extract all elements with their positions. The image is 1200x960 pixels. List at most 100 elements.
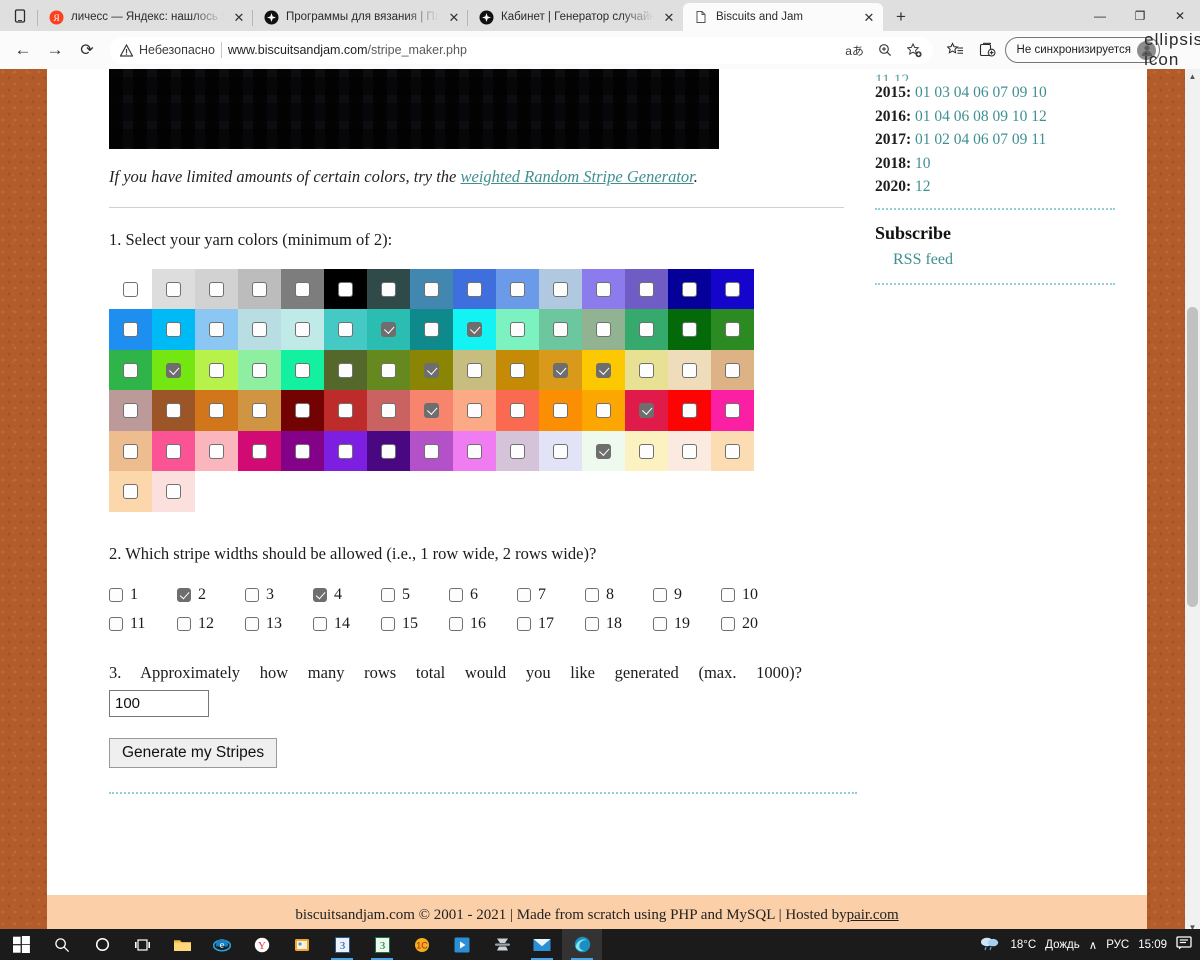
- color-swatch[interactable]: [496, 349, 539, 391]
- color-swatch[interactable]: [195, 309, 238, 350]
- color-checkbox[interactable]: [553, 281, 568, 297]
- color-swatch[interactable]: [238, 430, 281, 472]
- color-swatch[interactable]: [453, 430, 496, 472]
- color-checkbox[interactable]: [424, 322, 439, 338]
- zoom-icon[interactable]: [873, 38, 897, 62]
- color-swatch[interactable]: [711, 390, 754, 431]
- color-swatch[interactable]: [711, 268, 754, 310]
- stripe-width-item[interactable]: 9: [653, 586, 721, 604]
- stripe-width-checkbox[interactable]: [245, 587, 259, 602]
- color-swatch[interactable]: [625, 268, 668, 310]
- color-swatch[interactable]: [324, 390, 367, 431]
- color-checkbox[interactable]: [596, 403, 611, 419]
- stripe-width-checkbox[interactable]: [585, 616, 599, 631]
- color-checkbox[interactable]: [123, 403, 138, 419]
- ellipsis-icon[interactable]: ellipsis-icon: [1144, 30, 1200, 69]
- color-checkbox[interactable]: [424, 281, 439, 297]
- internet-explorer-icon[interactable]: e: [202, 929, 242, 960]
- color-checkbox[interactable]: [338, 403, 353, 419]
- color-checkbox[interactable]: [725, 443, 740, 459]
- color-swatch[interactable]: [668, 430, 711, 472]
- color-swatch[interactable]: [367, 430, 410, 472]
- edge-icon[interactable]: [562, 929, 602, 960]
- stripe-width-checkbox[interactable]: [721, 587, 735, 602]
- mail-icon[interactable]: [522, 929, 562, 960]
- address-bar[interactable]: Небезопасно www.biscuitsandjam.com/strip…: [110, 36, 933, 64]
- rows-input[interactable]: [109, 689, 209, 717]
- scrollbar-thumb[interactable]: [1187, 307, 1198, 607]
- color-checkbox[interactable]: [123, 443, 138, 459]
- read-aloud-icon[interactable]: aあ: [843, 38, 867, 62]
- color-checkbox[interactable]: [682, 443, 697, 459]
- stripe-width-item[interactable]: 6: [449, 586, 517, 604]
- color-swatch[interactable]: [410, 390, 453, 431]
- color-checkbox[interactable]: [553, 403, 568, 419]
- archive-months[interactable]: 10: [915, 155, 931, 172]
- stripe-width-checkbox-checked[interactable]: [177, 587, 191, 602]
- stripe-width-checkbox[interactable]: [517, 587, 531, 602]
- color-checkbox[interactable]: [252, 322, 267, 338]
- color-swatch[interactable]: [582, 430, 625, 472]
- color-checkbox[interactable]: [338, 362, 353, 378]
- color-swatch[interactable]: [582, 309, 625, 350]
- cortana-icon[interactable]: [82, 929, 122, 960]
- color-checkbox[interactable]: [209, 443, 224, 459]
- color-swatch[interactable]: [195, 390, 238, 431]
- color-checkbox[interactable]: [123, 281, 138, 297]
- browser-tab-1[interactable]: Программы для вязания | Плет ✕: [252, 3, 468, 31]
- 1c-icon[interactable]: 1C: [402, 929, 442, 960]
- media-player-icon[interactable]: [442, 929, 482, 960]
- minimize-button[interactable]: —: [1080, 0, 1120, 31]
- color-swatch[interactable]: [367, 309, 410, 350]
- reload-icon[interactable]: ⟳: [72, 35, 102, 65]
- profile-sync-button[interactable]: Не синхронизируется: [1004, 37, 1160, 63]
- color-swatch[interactable]: [195, 430, 238, 472]
- color-swatch[interactable]: [453, 309, 496, 350]
- color-swatch[interactable]: [109, 349, 152, 391]
- footer-host-link[interactable]: pair.com: [847, 907, 899, 924]
- tab-close-icon[interactable]: ✕: [661, 9, 677, 25]
- color-swatch[interactable]: [281, 349, 324, 391]
- stripe-width-checkbox[interactable]: [653, 616, 667, 631]
- color-swatch[interactable]: [152, 309, 195, 350]
- color-swatch[interactable]: [238, 390, 281, 431]
- stripe-width-item[interactable]: 10: [721, 586, 789, 604]
- color-checkbox[interactable]: [467, 362, 482, 378]
- color-checkbox-checked[interactable]: [424, 403, 439, 419]
- color-checkbox[interactable]: [682, 322, 697, 338]
- color-checkbox[interactable]: [639, 322, 654, 338]
- photo-viewer-icon[interactable]: [282, 929, 322, 960]
- rain-cloud-icon[interactable]: [979, 935, 1001, 954]
- color-checkbox[interactable]: [510, 362, 525, 378]
- color-swatch[interactable]: [152, 430, 195, 472]
- color-checkbox[interactable]: [381, 443, 396, 459]
- scroll-up-arrow[interactable]: ▲: [1185, 69, 1200, 84]
- collections-icon[interactable]: [973, 35, 1003, 65]
- color-swatch[interactable]: [324, 349, 367, 391]
- color-swatch[interactable]: [152, 349, 195, 391]
- forward-icon[interactable]: →: [40, 35, 70, 65]
- color-swatch[interactable]: [582, 390, 625, 431]
- color-swatch[interactable]: [109, 309, 152, 350]
- stripe-width-item[interactable]: 3: [245, 586, 313, 604]
- browser-tab-0[interactable]: Я личесс — Яндекс: нашлось 95 т ✕: [37, 3, 253, 31]
- color-checkbox[interactable]: [725, 322, 740, 338]
- stripe-width-checkbox[interactable]: [381, 587, 395, 602]
- tray-chevron-up-icon[interactable]: ∧: [1089, 938, 1097, 952]
- color-checkbox[interactable]: [639, 281, 654, 297]
- stripe-width-checkbox[interactable]: [245, 616, 259, 631]
- tab-close-icon[interactable]: ✕: [446, 9, 462, 25]
- color-checkbox-checked[interactable]: [553, 362, 568, 378]
- color-swatch[interactable]: [453, 349, 496, 391]
- file-explorer-icon[interactable]: [162, 929, 202, 960]
- task-view-icon[interactable]: [122, 929, 162, 960]
- color-swatch[interactable]: [109, 390, 152, 431]
- stripe-width-checkbox[interactable]: [721, 616, 735, 631]
- color-swatch[interactable]: [410, 268, 453, 310]
- color-swatch[interactable]: [195, 268, 238, 310]
- back-icon[interactable]: ←: [8, 35, 38, 65]
- color-swatch[interactable]: [410, 309, 453, 350]
- color-checkbox[interactable]: [725, 281, 740, 297]
- color-checkbox-checked[interactable]: [166, 362, 181, 378]
- color-checkbox[interactable]: [553, 322, 568, 338]
